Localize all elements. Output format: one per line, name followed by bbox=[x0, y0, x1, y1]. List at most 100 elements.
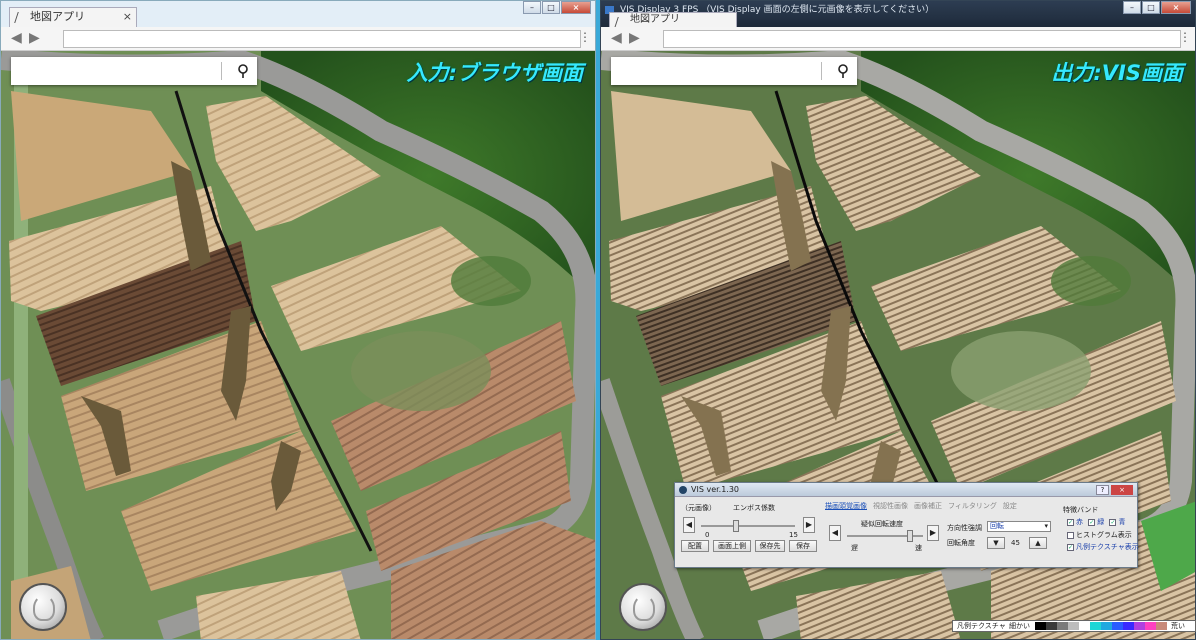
band-red-checkbox[interactable]: ✓ bbox=[1067, 518, 1074, 526]
legend-swatch bbox=[1156, 622, 1167, 630]
legend-swatch bbox=[1079, 622, 1090, 630]
band-label: 特徴バンド bbox=[1063, 506, 1099, 514]
legend-fine-label: 細かい bbox=[1009, 622, 1030, 630]
emboss-slider-thumb[interactable] bbox=[733, 520, 739, 532]
tab-map-app[interactable]: 地図アプリ bbox=[609, 12, 737, 28]
search-icon[interactable] bbox=[235, 63, 251, 79]
search-box[interactable] bbox=[611, 57, 857, 85]
close-button[interactable]: × bbox=[1161, 1, 1191, 14]
band-red-label: 赤 bbox=[1076, 518, 1083, 526]
legend-swatch bbox=[1112, 622, 1123, 630]
page-icon bbox=[14, 12, 27, 23]
legend-texture-checkbox[interactable]: ✓ bbox=[1067, 543, 1074, 551]
vis-tabs: 描画頭覚画像 視認性画像 画像補正 フィルタリング 設定 bbox=[825, 501, 1017, 511]
compass-icon[interactable] bbox=[619, 583, 667, 631]
forward-icon[interactable]: ▶ bbox=[29, 30, 40, 46]
direction-select[interactable]: 回転 ▾ bbox=[987, 521, 1051, 532]
tab-correction[interactable]: 画像補正 bbox=[914, 501, 942, 511]
histogram-checkbox[interactable] bbox=[1067, 531, 1074, 539]
compass-icon[interactable] bbox=[19, 583, 67, 631]
tab-bar: 地図アプリ × – □ × bbox=[1, 1, 595, 27]
address-bar[interactable] bbox=[63, 30, 581, 48]
tab-visibility[interactable]: 視認性画像 bbox=[873, 501, 908, 511]
legend-swatch bbox=[1057, 622, 1068, 630]
rotation-speed-slider[interactable] bbox=[847, 530, 923, 542]
next-arrow-button[interactable]: ▶ bbox=[803, 517, 815, 533]
aerial-map bbox=[1, 51, 595, 639]
vis-title-bar: VIS Display 3 FPS （VIS Display 画面の左側に元画像… bbox=[601, 1, 1195, 28]
emboss-label: エンボス係数 bbox=[733, 504, 775, 512]
legend-swatch bbox=[1123, 622, 1134, 630]
save-dest-button[interactable]: 保存先 bbox=[755, 540, 785, 552]
close-button[interactable]: × bbox=[561, 1, 591, 14]
slider-max: 15 bbox=[789, 531, 798, 539]
legend-texture-bar: 凡例テクスチャ 細かい 荒い bbox=[952, 620, 1196, 632]
forward-icon[interactable]: ▶ bbox=[629, 30, 640, 46]
search-divider bbox=[221, 62, 222, 80]
browser-toolbar: ◀ ▶ ⋮ bbox=[1, 27, 595, 51]
maximize-button[interactable]: □ bbox=[542, 1, 560, 14]
histogram-label: ヒストグラム表示 bbox=[1076, 531, 1132, 539]
angle-down-button[interactable]: ▼ bbox=[987, 537, 1005, 549]
minimize-button[interactable]: – bbox=[1123, 1, 1141, 14]
histogram-option: ヒストグラム表示 bbox=[1067, 530, 1132, 540]
input-caption: 入力:ブラウザ画面 bbox=[406, 61, 583, 85]
legend-swatch bbox=[1145, 622, 1156, 630]
slider-min: 0 bbox=[705, 531, 710, 539]
prev-arrow-button[interactable]: ◀ bbox=[683, 517, 695, 533]
speed-up-button[interactable]: ▶ bbox=[927, 525, 939, 541]
angle-up-button[interactable]: ▲ bbox=[1029, 537, 1047, 549]
help-button[interactable]: ? bbox=[1096, 485, 1109, 495]
menu-icon[interactable]: ⋮ bbox=[579, 30, 591, 44]
tab-settings[interactable]: 設定 bbox=[1003, 501, 1017, 511]
search-icon[interactable] bbox=[835, 63, 851, 79]
vis-control-panel: VIS ver.1.30 ? × （元画像） エンボス係数 ◀ 0 15 ▶ 配… bbox=[674, 482, 1139, 568]
minimize-button[interactable]: – bbox=[523, 1, 541, 14]
angle-value: 45 bbox=[1011, 539, 1020, 547]
legend-swatch bbox=[1134, 622, 1145, 630]
direction-label: 方向性強調 bbox=[947, 524, 982, 532]
legend-texture-label: 凡例テクスチャ表示 bbox=[1076, 543, 1139, 551]
output-caption: 出力:VIS画面 bbox=[1051, 61, 1183, 85]
tab-close-icon[interactable]: × bbox=[123, 8, 132, 26]
vis-panel-title: VIS ver.1.30 bbox=[691, 485, 740, 494]
menu-icon[interactable]: ⋮ bbox=[1179, 30, 1191, 44]
source-label: （元画像） bbox=[681, 504, 716, 512]
save-button[interactable]: 保存 bbox=[789, 540, 817, 552]
legend-swatch bbox=[1068, 622, 1079, 630]
rotation-speed-label: 疑似回転速度 bbox=[861, 520, 903, 528]
layout-button[interactable]: 配置 bbox=[681, 540, 709, 552]
back-icon[interactable]: ◀ bbox=[11, 30, 22, 46]
vis-logo-icon bbox=[679, 486, 687, 494]
tab-label: 地図アプリ bbox=[630, 14, 680, 25]
rotation-speed-thumb[interactable] bbox=[907, 530, 913, 542]
slow-label: 遅 bbox=[851, 544, 858, 552]
search-box[interactable] bbox=[11, 57, 257, 85]
close-button[interactable]: × bbox=[1111, 485, 1133, 495]
browser-window: 地図アプリ × – □ × ◀ ▶ ⋮ 入力:ブラウザ画面 bbox=[0, 0, 596, 640]
maximize-button[interactable]: □ bbox=[1142, 1, 1160, 14]
speed-down-button[interactable]: ◀ bbox=[829, 525, 841, 541]
direction-value: 回転 bbox=[990, 522, 1004, 530]
band-blue-checkbox[interactable]: ✓ bbox=[1109, 518, 1117, 526]
screen-top-button[interactable]: 画面上側 bbox=[713, 540, 751, 552]
legend-coarse-label: 荒い bbox=[1171, 622, 1185, 630]
legend-swatch bbox=[1090, 622, 1101, 630]
legend-texture-option: ✓ 凡例テクスチャ表示 bbox=[1067, 542, 1139, 552]
tab-map-app[interactable]: 地図アプリ × bbox=[9, 7, 137, 27]
band-green-label: 緑 bbox=[1097, 518, 1105, 526]
map-view[interactable]: 入力:ブラウザ画面 bbox=[1, 51, 595, 639]
tab-drawing[interactable]: 描画頭覚画像 bbox=[825, 501, 867, 511]
address-bar[interactable] bbox=[663, 30, 1181, 48]
band-checkboxes: ✓ 赤 ✓ 緑 ✓ 青 bbox=[1067, 517, 1125, 527]
window-controls: – □ × bbox=[523, 1, 591, 14]
band-green-checkbox[interactable]: ✓ bbox=[1088, 518, 1096, 526]
chevron-down-icon: ▾ bbox=[1044, 522, 1048, 530]
fast-label: 速 bbox=[915, 544, 922, 552]
emboss-slider[interactable] bbox=[701, 520, 795, 532]
legend-swatch bbox=[1101, 622, 1112, 630]
back-icon[interactable]: ◀ bbox=[611, 30, 622, 46]
search-divider bbox=[821, 62, 822, 80]
tab-filtering[interactable]: フィルタリング bbox=[948, 501, 997, 511]
browser-toolbar: ◀ ▶ ⋮ bbox=[601, 27, 1195, 51]
